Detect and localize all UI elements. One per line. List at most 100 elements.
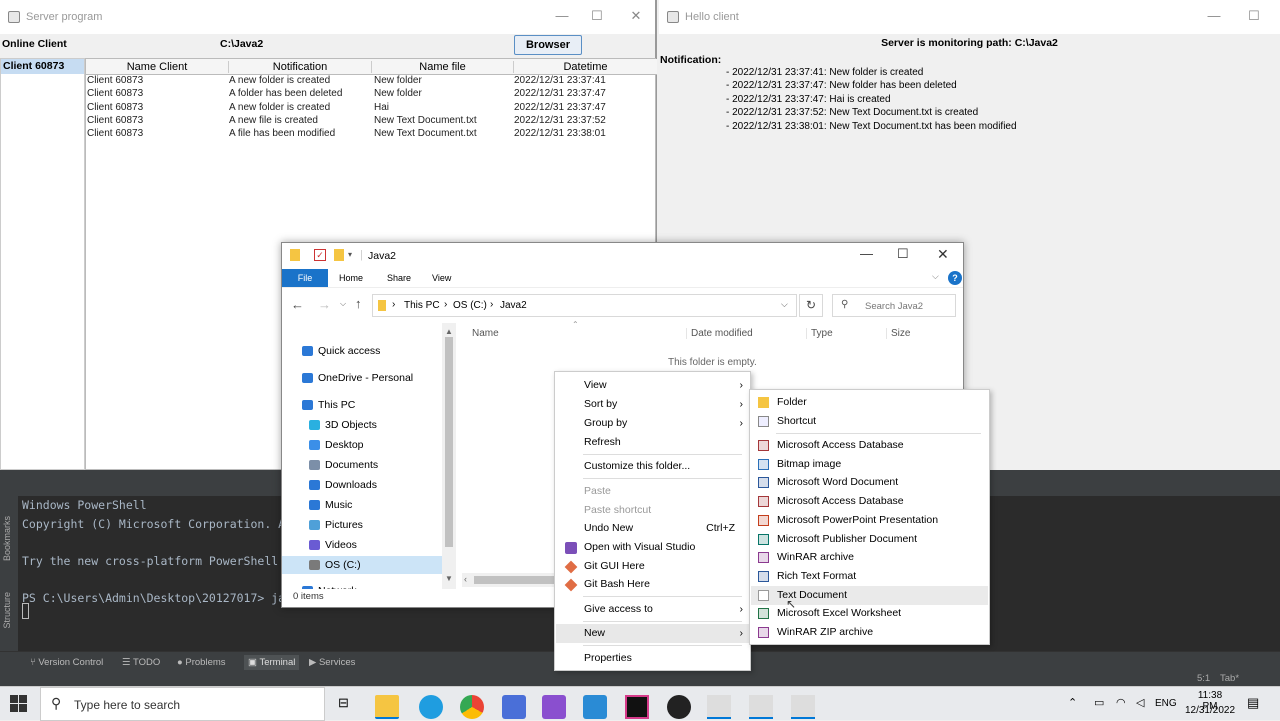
nav-item[interactable]: Music <box>282 496 442 514</box>
minimize-icon[interactable]: — <box>860 246 873 261</box>
menu-item-give-access[interactable]: Give access to › <box>556 600 749 619</box>
col-name-file[interactable]: Name file <box>372 61 514 73</box>
version-control-tab[interactable]: ⑂ Version Control <box>30 657 103 668</box>
refresh-button[interactable]: ↻ <box>799 294 823 317</box>
new-item[interactable]: Microsoft PowerPoint Presentation <box>751 511 988 530</box>
problems-tab[interactable]: ● Problems <box>177 657 226 668</box>
java-icon[interactable] <box>707 695 731 719</box>
address-bar[interactable]: › This PC › OS (C:) › Java2 ⌵ <box>372 294 797 317</box>
ribbon-tab-file[interactable]: File <box>282 269 328 287</box>
chevron-down-icon[interactable]: ⌵ <box>781 299 788 310</box>
nav-item[interactable]: Network <box>282 582 442 589</box>
properties-icon[interactable]: ✓ <box>314 249 326 261</box>
java-icon[interactable] <box>749 695 773 719</box>
breadcrumb-java2[interactable]: Java2 <box>500 300 527 311</box>
up-arrow-icon[interactable]: ↑ <box>355 296 362 311</box>
wifi-icon[interactable]: ◠ <box>1116 696 1126 709</box>
col-datetime[interactable]: Datetime <box>514 61 657 73</box>
menu-item-paste[interactable]: Paste <box>556 482 749 501</box>
menu-item-git-gui[interactable]: Git GUI Here <box>556 557 749 576</box>
menu-item-group-by[interactable]: Group by › <box>556 414 749 433</box>
menu-item-view[interactable]: View › <box>556 376 749 395</box>
nav-item[interactable]: Documents <box>282 456 442 474</box>
new-shortcut-item[interactable]: Shortcut <box>751 412 988 431</box>
menu-item-new[interactable]: New › <box>556 624 749 643</box>
new-item[interactable]: Bitmap image <box>751 455 988 474</box>
menu-item-paste-shortcut[interactable]: Paste shortcut <box>556 501 749 520</box>
indent-status[interactable]: Tab* <box>1220 673 1239 684</box>
todo-tab[interactable]: ☰ TODO <box>122 657 160 668</box>
bookmarks-tab[interactable]: Bookmarks <box>2 516 12 561</box>
close-icon[interactable]: ✕ <box>626 8 646 24</box>
menu-item-sort-by[interactable]: Sort by › <box>556 395 749 414</box>
new-item[interactable]: Microsoft Access Database <box>751 436 988 455</box>
chevron-up-icon[interactable]: ⌃ <box>1068 696 1077 709</box>
structure-tab[interactable]: Structure <box>2 592 12 629</box>
table-row[interactable]: Client 60873 A new folder is created New f… <box>86 75 657 88</box>
nav-item[interactable]: This PC <box>282 396 442 414</box>
start-button[interactable] <box>10 695 28 713</box>
new-item[interactable]: Microsoft Publisher Document <box>751 530 988 549</box>
language-indicator[interactable]: ENG <box>1155 698 1177 709</box>
menu-item-refresh[interactable]: Refresh <box>556 433 749 452</box>
chrome-icon[interactable] <box>460 695 484 719</box>
nav-item[interactable]: Quick access <box>282 342 442 360</box>
table-row[interactable]: Client 60873 A file has been modified New … <box>86 128 657 141</box>
nav-item[interactable]: Desktop <box>282 436 442 454</box>
recent-locations-icon[interactable]: ⌵ <box>340 299 346 309</box>
table-row[interactable]: Client 60873 A folder has been deleted New… <box>86 88 657 101</box>
menu-item-properties[interactable]: Properties <box>556 649 749 668</box>
new-item[interactable]: Microsoft Word Document <box>751 473 988 492</box>
nav-scrollbar[interactable]: ▲ ▼ <box>442 323 456 589</box>
nav-item[interactable]: OneDrive - Personal <box>282 369 442 387</box>
expand-ribbon-icon[interactable]: ⌵ <box>932 271 939 282</box>
col-size[interactable]: Size <box>886 328 910 339</box>
breadcrumb-os-c[interactable]: OS (C:) <box>453 300 487 311</box>
close-icon[interactable]: ✕ <box>937 246 949 263</box>
new-folder-item[interactable]: Folder <box>751 393 988 412</box>
help-icon[interactable]: ? <box>948 271 962 285</box>
minimize-icon[interactable]: — <box>552 8 572 24</box>
horizontal-scrollbar[interactable]: ‹ <box>462 573 562 587</box>
terminal-tab[interactable]: ▣ Terminal <box>244 655 300 670</box>
table-row[interactable]: Client 60873 A new file is created New Tex… <box>86 115 657 128</box>
nav-item[interactable]: Downloads <box>282 476 442 494</box>
col-type[interactable]: Type <box>806 328 833 339</box>
menu-item-customize[interactable]: Customize this folder... <box>556 457 749 476</box>
menu-item-undo-new[interactable]: Undo New Ctrl+Z <box>556 519 749 538</box>
cursor-position[interactable]: 5:1 <box>1197 673 1210 684</box>
app-icon[interactable] <box>667 695 691 719</box>
task-view-icon[interactable]: ⊟ <box>338 695 349 711</box>
notification-center-icon[interactable]: ▤ <box>1247 695 1259 711</box>
col-date-modified[interactable]: Date modified <box>686 328 753 339</box>
breadcrumb-this-pc[interactable]: This PC <box>404 300 440 311</box>
search-box[interactable]: ⚲ Search Java2 <box>832 294 956 317</box>
intellij-icon[interactable] <box>625 695 649 719</box>
app-icon[interactable] <box>502 695 526 719</box>
maximize-icon[interactable]: ☐ <box>897 246 909 262</box>
forward-arrow-icon[interactable]: → <box>318 297 331 312</box>
back-arrow-icon[interactable]: ← <box>291 297 304 312</box>
nav-item[interactable]: 3D Objects <box>282 416 442 434</box>
new-item[interactable]: Rich Text Format <box>751 567 988 586</box>
edge-icon[interactable] <box>419 695 443 719</box>
visual-studio-icon[interactable] <box>542 695 566 719</box>
vscode-icon[interactable] <box>583 695 607 719</box>
col-name[interactable]: Name <box>472 328 499 339</box>
nav-item[interactable]: Videos <box>282 536 442 554</box>
client-list-item[interactable]: Client 60873 <box>1 59 84 74</box>
maximize-icon[interactable]: ☐ <box>1244 8 1264 24</box>
new-item[interactable]: WinRAR ZIP archive <box>751 623 988 642</box>
col-notification[interactable]: Notification <box>229 61 372 73</box>
maximize-icon[interactable]: ☐ <box>587 8 607 24</box>
ribbon-tab-share[interactable]: Share <box>387 273 411 283</box>
ribbon-tab-home[interactable]: Home <box>339 273 363 283</box>
minimize-icon[interactable]: — <box>1204 8 1224 24</box>
taskbar-search[interactable]: ⚲ Type here to search <box>40 687 325 721</box>
quick-toolbar-dropdown-icon[interactable]: ▾ <box>348 250 352 259</box>
clock-date[interactable]: 12/31/2022 <box>1183 705 1237 716</box>
col-name-client[interactable]: Name Client <box>86 61 229 73</box>
file-explorer-taskbar-icon[interactable] <box>375 695 399 719</box>
battery-icon[interactable]: ▭ <box>1094 696 1104 709</box>
ribbon-tab-view[interactable]: View <box>432 273 451 283</box>
